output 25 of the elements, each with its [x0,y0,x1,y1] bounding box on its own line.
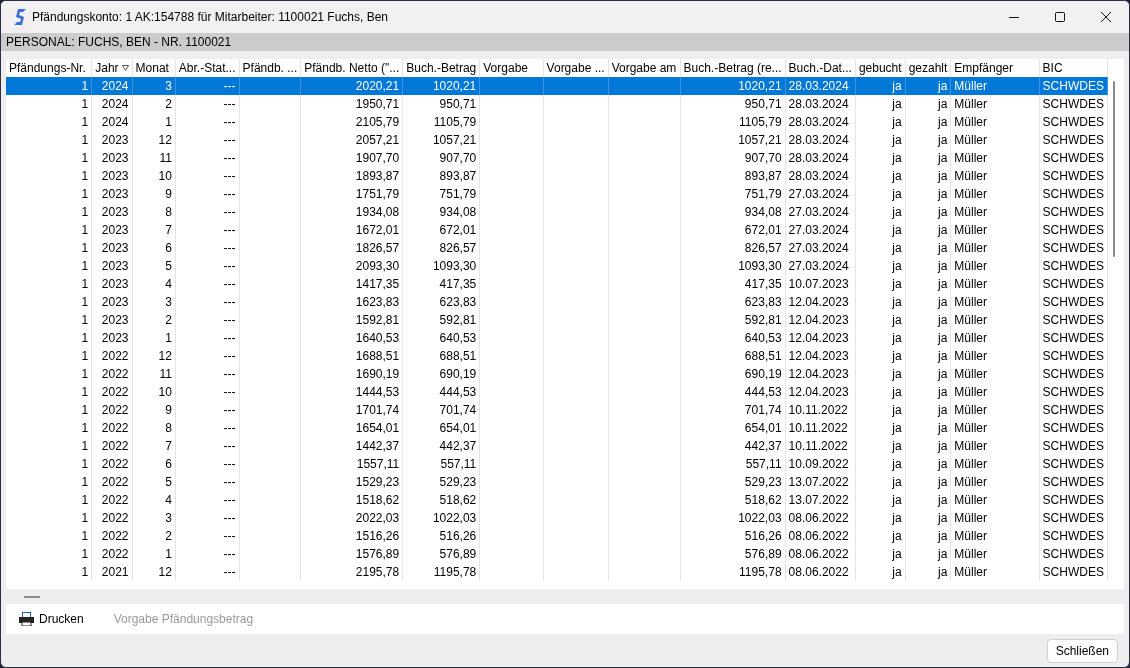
table-row[interactable]: 1 2024 2 --- 1950,71 950,71 950,71 28.03.2024 ja ja Müller SCHWDES [6,95,1108,113]
minimize-icon [1009,16,1019,18]
printer-icon [19,612,34,626]
close-icon [1101,12,1111,22]
close-dialog-button[interactable]: Schließen [1046,639,1118,663]
horizontal-scrollbar-thumb[interactable] [24,595,40,598]
app-logo-icon [14,9,26,25]
table-cell: Müller [950,563,1040,581]
table-cell: SCHWDES [1039,563,1108,581]
table-cell: 08.06.2022 [785,563,856,581]
table-cell: 12 [132,563,176,581]
table-cell: ja [905,563,951,581]
table-cell: 1 [6,563,92,581]
table-row[interactable]: 1 2024 3 --- 2020,21 1020,21 1020,21 28.03.2024 ja ja Müller SCHWDES [6,77,1108,95]
employee-heading: PERSONAL: FUCHS, BEN - NR. 1100021 [6,34,232,51]
print-button[interactable]: Drucken [19,608,84,630]
table-cell: 1195,78 [680,563,786,581]
table-cell: 2195,78 [300,563,403,581]
table-cell: 1195,78 [402,563,480,581]
table-cell: --- [175,563,240,581]
maximize-icon [1055,12,1065,22]
window-title: Pfändungskonto: 1 AK:154788 für Mitarbeiter: 1100021 Fuchs, Ben [32,9,388,26]
scrollbar-thumb[interactable] [1113,81,1115,257]
table-cell: 2021 [91,563,133,581]
table-cell: ja [855,563,906,581]
